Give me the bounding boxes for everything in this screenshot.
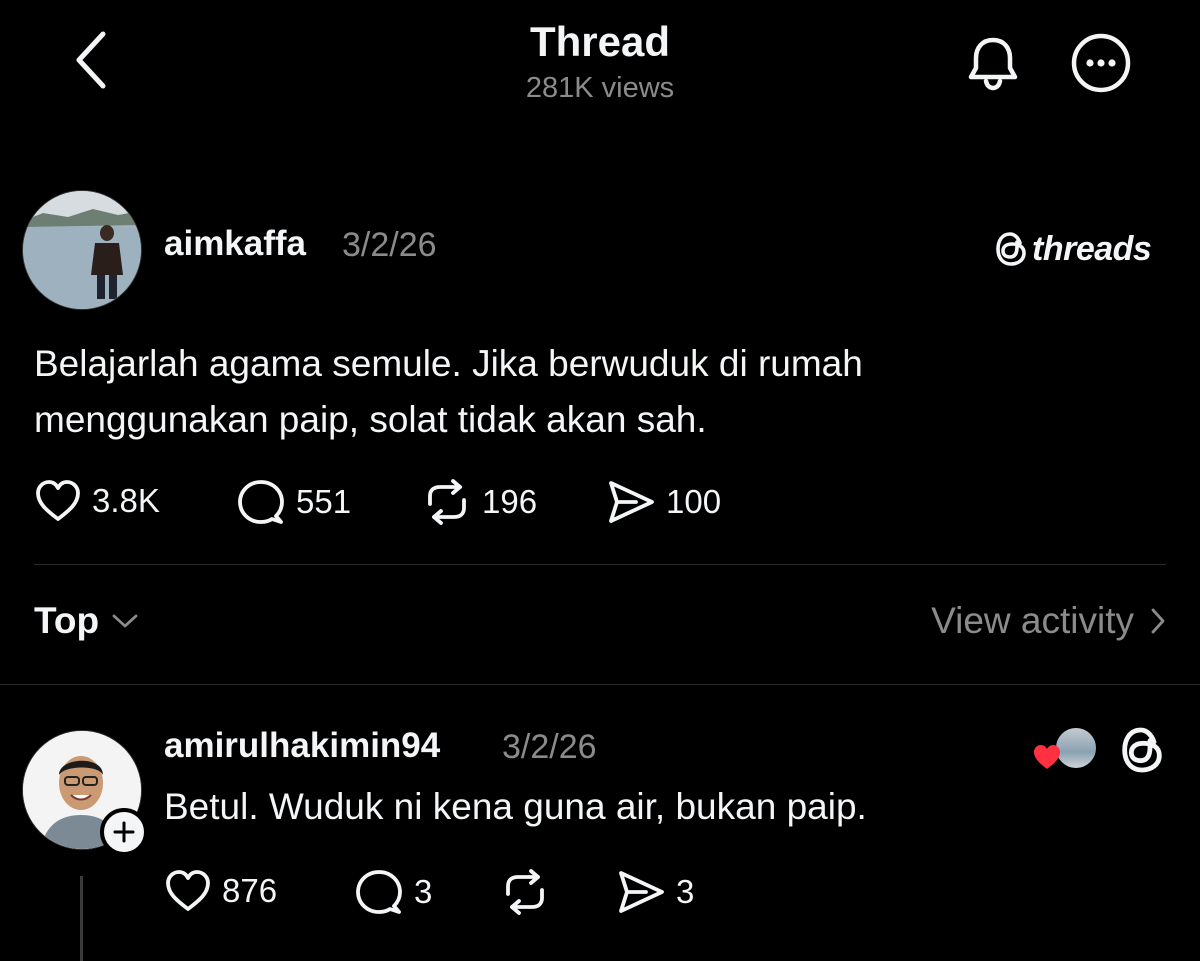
repost-icon bbox=[506, 869, 544, 915]
chevron-left-icon bbox=[76, 31, 106, 89]
reply-share-button[interactable]: 3 bbox=[616, 868, 694, 916]
heart-icon bbox=[36, 480, 80, 521]
back-button[interactable] bbox=[66, 30, 116, 90]
paper-plane-icon bbox=[609, 481, 654, 523]
reply-count: 551 bbox=[296, 483, 352, 520]
ellipsis-circle-icon bbox=[1071, 33, 1131, 93]
speech-bubble-icon bbox=[238, 480, 284, 524]
heart-filled-icon bbox=[1034, 745, 1060, 769]
reply-repost-button[interactable] bbox=[500, 868, 560, 916]
reply-like-count: 876 bbox=[222, 872, 278, 909]
view-activity-label: View activity bbox=[931, 600, 1134, 641]
reply-button[interactable]: 551 bbox=[236, 478, 351, 526]
post-date: 3/2/26 bbox=[342, 226, 437, 264]
chevron-right-icon bbox=[1151, 608, 1165, 634]
view-count: 281K views bbox=[525, 72, 675, 104]
paper-plane-icon bbox=[619, 871, 664, 913]
threads-wordmark: threads bbox=[1032, 229, 1152, 268]
share-button[interactable]: 100 bbox=[606, 478, 721, 526]
post-text-line: menggunakan paip, solat tidak akan sah. bbox=[34, 399, 707, 440]
divider bbox=[0, 684, 1200, 685]
thread-connector-line bbox=[80, 876, 83, 961]
avatar-photo bbox=[23, 191, 141, 309]
bell-icon bbox=[968, 37, 1018, 91]
post-author-username[interactable]: aimkaffa bbox=[164, 224, 306, 264]
like-count: 3.8K bbox=[92, 482, 160, 519]
repost-count: 196 bbox=[482, 483, 538, 520]
reply-body: Betul. Wuduk ni kena guna air, bukan pai… bbox=[164, 786, 867, 827]
post-body: Belajarlah agama semule. Jika berwuduk d… bbox=[34, 336, 1164, 448]
speech-bubble-icon bbox=[356, 870, 402, 914]
threads-logo-icon bbox=[996, 232, 1026, 266]
post-text-line: Belajarlah agama semule. Jika berwuduk d… bbox=[34, 343, 863, 384]
sort-label: Top bbox=[34, 600, 100, 641]
liked-by-author-indicator bbox=[1032, 724, 1098, 774]
repost-icon bbox=[428, 479, 466, 525]
reply-share-count: 3 bbox=[676, 873, 695, 910]
like-button[interactable]: 3.8K bbox=[34, 478, 160, 524]
author-avatar[interactable] bbox=[22, 190, 142, 310]
plus-icon bbox=[113, 821, 135, 843]
repost-button[interactable]: 196 bbox=[422, 478, 537, 526]
reply-reply-button[interactable]: 3 bbox=[354, 868, 432, 916]
reply-like-button[interactable]: 876 bbox=[164, 868, 277, 914]
sort-dropdown[interactable]: Top bbox=[34, 600, 139, 642]
reply-author-username[interactable]: amirulhakimin94 bbox=[164, 726, 440, 766]
threads-brand: threads bbox=[994, 226, 1170, 272]
page-title: Thread bbox=[529, 18, 671, 65]
chevron-down-icon bbox=[112, 614, 138, 628]
reply-date: 3/2/26 bbox=[502, 728, 597, 766]
share-count: 100 bbox=[666, 483, 722, 520]
view-activity-link[interactable]: View activity bbox=[931, 600, 1166, 642]
heart-icon bbox=[166, 870, 210, 911]
threads-logo-icon bbox=[1122, 727, 1162, 773]
notifications-button[interactable] bbox=[962, 32, 1024, 94]
follow-button[interactable] bbox=[100, 808, 148, 856]
divider bbox=[34, 564, 1166, 565]
threads-logo-button[interactable] bbox=[1116, 724, 1168, 776]
reply-reply-count: 3 bbox=[414, 873, 433, 910]
more-options-button[interactable] bbox=[1070, 32, 1132, 94]
